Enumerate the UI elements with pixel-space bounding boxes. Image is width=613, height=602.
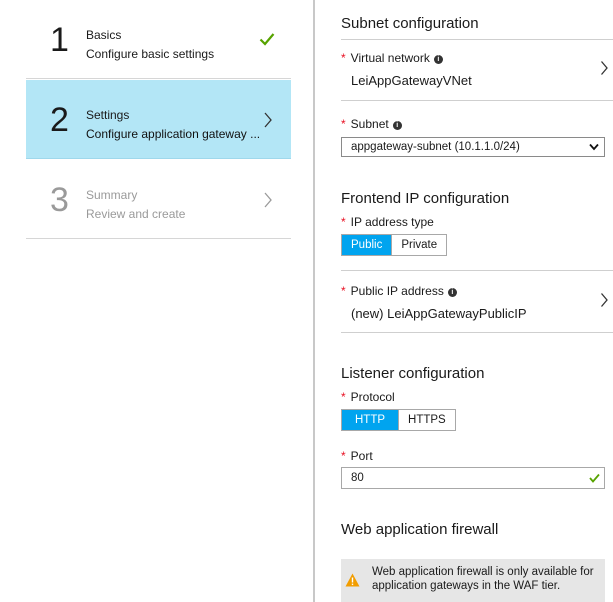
waf-warning-text: Web application firewall is only availab… (372, 566, 594, 592)
chevron-right-icon (264, 192, 272, 208)
required-asterisk: * (341, 284, 346, 298)
step-settings[interactable]: 2 Settings Configure application gateway… (26, 80, 291, 159)
required-asterisk: * (341, 390, 346, 404)
step-number: 3 (50, 181, 69, 219)
chevron-right-icon (264, 112, 272, 128)
required-asterisk: * (341, 215, 346, 229)
checkmark-icon (259, 33, 275, 46)
waf-warning-banner: Web application firewall is only availab… (341, 559, 605, 602)
subnet-selected-value: appgateway-subnet (10.1.1.0/24) (351, 141, 520, 153)
step-number: 1 (50, 21, 69, 59)
settings-form-pane: Subnet configuration * Virtual network i L… (315, 0, 613, 602)
step-basics[interactable]: 1 Basics Configure basic settings (26, 0, 291, 79)
virtual-network-label: * Virtual network i (341, 51, 443, 65)
port-value: 80 (351, 472, 364, 484)
step-subtitle: Configure basic settings (86, 47, 215, 61)
public-ip-label: * Public IP address i (341, 284, 457, 298)
chevron-right-icon (601, 293, 608, 307)
required-asterisk: * (341, 117, 346, 131)
info-icon: i (447, 288, 457, 297)
step-title: Settings (86, 108, 130, 122)
ip-type-toggle: Public Private (341, 234, 448, 256)
port-label: * Port (341, 449, 373, 463)
public-ip-value: (new) LeiAppGatewayPublicIP (351, 306, 527, 321)
step-title: Summary (86, 188, 138, 202)
ip-type-label: * IP address type (341, 215, 434, 229)
protocol-label: * Protocol (341, 390, 395, 404)
warning-icon (345, 573, 360, 587)
wizard-steps-pane: 1 Basics Configure basic settings 2 Sett… (0, 0, 313, 602)
info-icon: i (392, 121, 402, 130)
frontend-ip-title: Frontend IP configuration (341, 190, 510, 207)
listener-config-title: Listener configuration (341, 365, 485, 382)
divider (341, 100, 613, 101)
step-number: 2 (50, 101, 69, 139)
protocol-https-option[interactable]: HTTPS (398, 410, 455, 430)
virtual-network-row[interactable]: * Virtual network i LeiAppGatewayVNet (315, 40, 613, 100)
public-ip-row[interactable]: * Public IP address i (new) LeiAppGatewayP… (315, 271, 613, 332)
subnet-dropdown[interactable]: appgateway-subnet (10.1.1.0/24) (341, 137, 605, 157)
ip-type-private-option[interactable]: Private (391, 235, 447, 255)
port-input[interactable]: 80 (341, 467, 605, 489)
info-icon: i (433, 55, 443, 64)
step-title: Basics (86, 28, 122, 42)
subnet-config-title: Subnet configuration (341, 15, 479, 32)
step-summary[interactable]: 3 Summary Review and create (26, 160, 291, 239)
ip-type-public-option[interactable]: Public (342, 235, 392, 255)
waf-title: Web application firewall (341, 521, 499, 538)
subnet-label: * Subnet i (341, 117, 402, 131)
chevron-right-icon (601, 61, 608, 75)
virtual-network-value: LeiAppGatewayVNet (351, 73, 472, 88)
checkmark-icon (589, 473, 600, 483)
chevron-down-icon (589, 143, 599, 151)
step-subtitle: Review and create (86, 207, 186, 221)
step-subtitle: Configure application gateway ... (86, 127, 261, 141)
protocol-toggle: HTTP HTTPS (341, 409, 456, 431)
required-asterisk: * (341, 449, 346, 463)
protocol-http-option[interactable]: HTTP (342, 410, 399, 430)
required-asterisk: * (341, 51, 346, 65)
divider (341, 332, 613, 333)
